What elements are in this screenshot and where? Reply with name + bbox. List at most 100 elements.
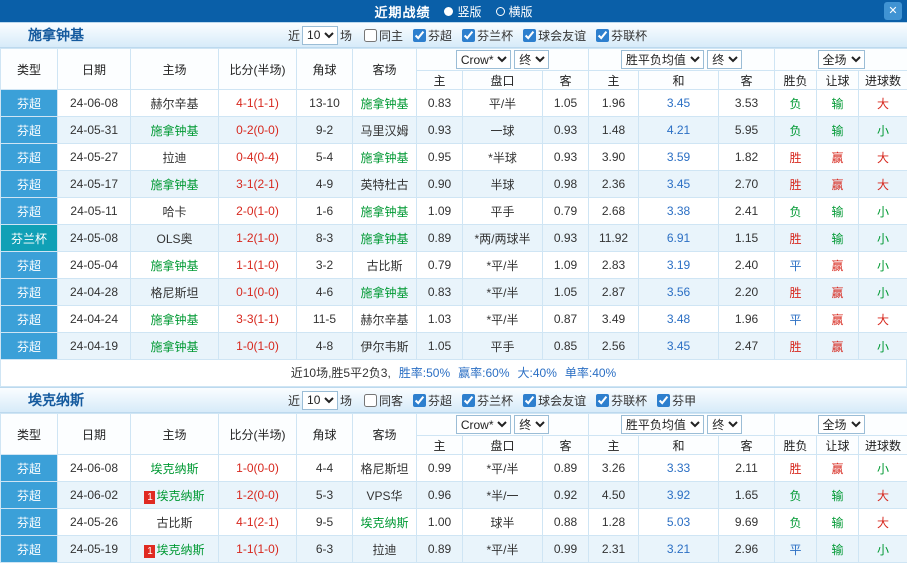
result-wdl: 胜 — [775, 171, 817, 198]
euro-draw-odds: 3.92 — [639, 482, 719, 509]
radio-unselected-icon — [496, 7, 505, 16]
filter-checkbox[interactable] — [364, 394, 377, 407]
match-date: 24-05-08 — [58, 225, 131, 252]
filter-checkbox[interactable] — [523, 394, 536, 407]
filter-checkbox[interactable] — [523, 29, 536, 42]
filter-checkbox[interactable] — [657, 394, 670, 407]
away-team-name[interactable]: VPS华 — [366, 489, 402, 503]
euro-home-odds: 2.87 — [589, 279, 639, 306]
away-team-name[interactable]: 伊尔韦斯 — [360, 340, 408, 354]
result-goals: 小 — [859, 198, 907, 225]
close-button[interactable]: ✕ — [884, 2, 902, 20]
filter-checkbox[interactable] — [462, 29, 475, 42]
home-team-cell: 赫尔辛基 — [131, 90, 219, 117]
league-filter[interactable]: 球会友谊 — [523, 392, 586, 409]
home-team-name[interactable]: 格尼斯坦 — [150, 286, 198, 300]
recent-count-select[interactable]: 10 — [302, 391, 338, 410]
asian-handicap: *半球 — [463, 144, 543, 171]
filter-checkbox[interactable] — [596, 29, 609, 42]
league-badge: 芬超 — [1, 117, 58, 144]
league-filter[interactable]: 同客 — [364, 392, 403, 409]
matches-table-1: 类型 日期 主场 比分(半场) 角球 客场 Crow* 终 胜平负均值 终 全场 — [0, 48, 907, 360]
home-team-name[interactable]: 埃克纳斯 — [156, 489, 204, 503]
league-filter[interactable]: 芬联杯 — [596, 392, 647, 409]
result-goals: 大 — [859, 509, 907, 536]
filter-checkbox[interactable] — [596, 394, 609, 407]
league-filter[interactable]: 芬甲 — [657, 392, 696, 409]
league-filter[interactable]: 球会友谊 — [523, 27, 586, 44]
col-asian-home: 主 — [417, 436, 463, 455]
filter-label: 芬超 — [428, 392, 452, 409]
away-team-name[interactable]: 施拿钟基 — [360, 286, 408, 300]
corner-count: 1-6 — [297, 198, 353, 225]
filter-checkbox[interactable] — [462, 394, 475, 407]
home-team-name[interactable]: 埃克纳斯 — [150, 462, 198, 476]
euro-average-select[interactable]: 胜平负均值 — [621, 50, 704, 69]
asian-home-odds: 0.89 — [417, 536, 463, 563]
away-team-name[interactable]: 英特杜古 — [360, 178, 408, 192]
away-team-name[interactable]: 格尼斯坦 — [360, 462, 408, 476]
league-filter[interactable]: 同主 — [364, 27, 403, 44]
home-team-name[interactable]: 古比斯 — [156, 516, 192, 530]
home-team-cell: 古比斯 — [131, 509, 219, 536]
match-scope-select[interactable]: 全场 — [818, 415, 865, 434]
recent-count-select[interactable]: 10 — [302, 26, 338, 45]
league-filter[interactable]: 芬超 — [413, 392, 452, 409]
euro-home-odds: 2.68 — [589, 198, 639, 225]
filter-checkbox[interactable] — [413, 29, 426, 42]
euro-average-select[interactable]: 胜平负均值 — [621, 415, 704, 434]
league-badge: 芬超 — [1, 333, 58, 360]
view-option-vertical[interactable]: 竖版 — [444, 3, 481, 20]
away-team-name[interactable]: 赫尔辛基 — [360, 313, 408, 327]
home-team-name[interactable]: 施拿钟基 — [150, 178, 198, 192]
league-badge: 芬超 — [1, 252, 58, 279]
euro-away-odds: 1.82 — [719, 144, 775, 171]
filter-checkbox[interactable] — [364, 29, 377, 42]
away-team-name[interactable]: 马里汉姆 — [360, 124, 408, 138]
away-team-name[interactable]: 埃克纳斯 — [360, 516, 408, 530]
result-wdl: 平 — [775, 536, 817, 563]
league-filter[interactable]: 芬兰杯 — [462, 27, 513, 44]
filter-label: 芬超 — [428, 27, 452, 44]
bookmaker-select[interactable]: Crow* — [456, 415, 511, 434]
filter-checkbox[interactable] — [413, 394, 426, 407]
home-team-cell: 哈卡 — [131, 198, 219, 225]
home-team-name[interactable]: 埃克纳斯 — [156, 543, 204, 557]
league-filter[interactable]: 芬联杯 — [596, 27, 647, 44]
league-filter[interactable]: 芬兰杯 — [462, 392, 513, 409]
home-team-name[interactable]: OLS奥 — [156, 232, 192, 246]
home-team-name[interactable]: 哈卡 — [162, 205, 186, 219]
match-date: 24-05-31 — [58, 117, 131, 144]
away-team-name[interactable]: 拉迪 — [372, 543, 396, 557]
team-name-2: 埃克纳斯 — [28, 390, 286, 410]
asian-time-select[interactable]: 终 — [514, 50, 549, 69]
home-team-name[interactable]: 施拿钟基 — [150, 124, 198, 138]
view-option-horizontal[interactable]: 横版 — [496, 3, 533, 20]
away-team-name[interactable]: 施拿钟基 — [360, 97, 408, 111]
home-team-name[interactable]: 施拿钟基 — [150, 259, 198, 273]
match-scope-select[interactable]: 全场 — [818, 50, 865, 69]
away-team-name[interactable]: 古比斯 — [366, 259, 402, 273]
league-filter[interactable]: 芬超 — [413, 27, 452, 44]
page-title: 近期战绩 — [374, 2, 430, 21]
home-team-name[interactable]: 赫尔辛基 — [150, 97, 198, 111]
home-team-name[interactable]: 施拿钟基 — [150, 340, 198, 354]
away-team-name[interactable]: 施拿钟基 — [360, 151, 408, 165]
bookmaker-select[interactable]: Crow* — [456, 50, 511, 69]
away-team-name[interactable]: 施拿钟基 — [360, 232, 408, 246]
asian-handicap: *平/半 — [463, 455, 543, 482]
result-wdl: 负 — [775, 117, 817, 144]
away-team-name[interactable]: 施拿钟基 — [360, 205, 408, 219]
asian-time-select[interactable]: 终 — [514, 415, 549, 434]
away-team-cell: 古比斯 — [353, 252, 417, 279]
euro-time-select[interactable]: 终 — [707, 415, 742, 434]
home-team-cell: 施拿钟基 — [131, 117, 219, 144]
filter-label: 同客 — [379, 392, 403, 409]
home-team-name[interactable]: 施拿钟基 — [150, 313, 198, 327]
euro-time-select[interactable]: 终 — [707, 50, 742, 69]
asian-handicap: *平/半 — [463, 252, 543, 279]
score: 1-0(0-0) — [219, 455, 297, 482]
euro-home-odds: 1.48 — [589, 117, 639, 144]
home-team-name[interactable]: 拉迪 — [162, 151, 186, 165]
col-euro-draw: 和 — [639, 71, 719, 90]
